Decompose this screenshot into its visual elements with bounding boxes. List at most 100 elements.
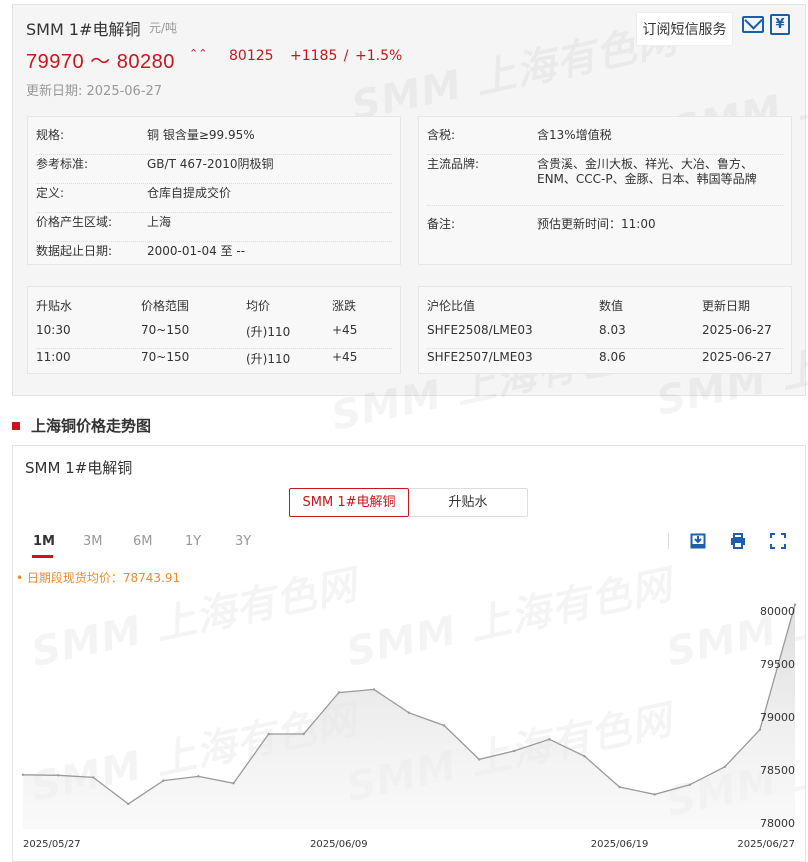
x-tick-label: 2025/06/09: [310, 839, 368, 850]
data-point: [127, 802, 130, 806]
trend-up-icon: ⌃⌃: [189, 47, 208, 60]
data-point: [91, 776, 95, 779]
data-point: [477, 758, 481, 761]
data-point: [758, 728, 762, 731]
section-title: 上海铜价格走势图: [31, 417, 152, 435]
data-point: [618, 785, 621, 789]
table-cell: 11:00: [36, 350, 71, 364]
spec-value: 铜 银含量≥99.95%: [147, 128, 255, 142]
table-header: 均价: [246, 299, 271, 313]
spec-label: 含税:: [427, 128, 456, 142]
calendar-icon[interactable]: ¥: [770, 14, 790, 35]
watermark: SMM 上海有色网: [346, 6, 682, 132]
data-point: [513, 749, 516, 753]
data-point: [688, 783, 691, 787]
table-cell: SHFE2508/LME03: [427, 323, 533, 337]
spec-row: 数据起止日期: 2000-01-04 至 --: [36, 242, 392, 264]
product-info-card: SMM 上海有色网 SMM 上海有色网 SMM 上海有色网 SMM 上海有色网 …: [12, 4, 808, 440]
table-cell: (升)110: [246, 325, 291, 339]
spec-label: 价格产生区域:: [36, 215, 113, 229]
y-tick-label: 79500: [760, 658, 795, 671]
data-point: [302, 732, 305, 736]
table-header-row: 升贴水 价格范围 均价 涨跌: [36, 297, 392, 323]
data-point: [337, 691, 341, 694]
table-header-row: 沪伦比值 数值 更新日期: [427, 297, 783, 323]
data-point: [197, 775, 200, 778]
table-header: 数值: [599, 299, 624, 313]
x-tick-label: 2025/06/19: [591, 839, 649, 850]
spec-box-left: 规格: 铜 银含量≥99.95% 参考标准: GB/T 467-2010阴极铜 …: [27, 116, 401, 265]
table-cell: 2025-06-27: [702, 350, 772, 364]
table-cell: +45: [332, 323, 358, 337]
update-date: 更新日期: 2025-06-27: [26, 84, 163, 99]
product-title: SMM 1#电解铜: [26, 20, 141, 39]
data-point: [232, 782, 235, 785]
table-cell: 8.03: [599, 323, 626, 337]
spec-value: 仓库自提成交价: [147, 186, 232, 200]
data-point: [56, 774, 60, 777]
price-chart-card: SMM 1#电解铜 SMM 1#电解铜 升贴水 1M 3M 6M 1Y 3Y •…: [12, 445, 806, 862]
spec-row: 参考标准: GB/T 467-2010阴极铜: [36, 155, 392, 184]
spec-row: 主流品牌: 含贵溪、金川大板、祥光、大冶、鲁方、 ENM、CCC-P、金豚、日本…: [427, 155, 783, 206]
spec-box-right: 含税: 含13%增值税 主流品牌: 含贵溪、金川大板、祥光、大冶、鲁方、 ENM…: [418, 116, 792, 265]
spec-label: 备注:: [427, 217, 456, 231]
spec-value: 2000-01-04 至 --: [147, 244, 246, 258]
data-point: [583, 755, 586, 758]
average-price: 80125: [229, 48, 274, 64]
data-point: [372, 688, 376, 691]
table-cell: SHFE2507/LME03: [427, 350, 533, 364]
data-point: [653, 793, 656, 796]
table-row: 10:30 70~150 (升)110 +45: [36, 323, 392, 349]
table-cell: 10:30: [36, 323, 71, 337]
table-header: 更新日期: [702, 299, 751, 313]
spec-value: 含13%增值税: [537, 128, 612, 142]
spec-row: 价格产生区域: 上海: [36, 213, 392, 242]
data-point: [407, 711, 411, 714]
price-trend-chart: 78000 78500 79000 79500 80000 2025/05/27 2025…: [21, 603, 797, 850]
price-unit: 元/吨: [149, 21, 178, 35]
spec-label: 数据起止日期:: [36, 244, 113, 258]
spec-label: 参考标准:: [36, 157, 89, 171]
price-change: +1185 / +1.5%: [290, 48, 403, 64]
premium-table: 升贴水 价格范围 均价 涨跌 10:30 70~150 (升)110 +45 1…: [27, 286, 401, 374]
section-marker: [12, 422, 20, 430]
table-cell: (升)110: [246, 352, 291, 366]
spec-value: 上海: [147, 215, 172, 229]
spec-row: 含税: 含13%增值税: [427, 126, 783, 155]
ratio-table: 沪伦比值 数值 更新日期 SHFE2508/LME03 8.03 2025-06…: [418, 286, 792, 374]
table-cell: 8.06: [599, 350, 626, 364]
spec-value: ENM、CCC-P、金豚、日本、韩国等品牌: [537, 172, 757, 186]
data-point: [162, 779, 165, 782]
table-row: SHFE2507/LME03 8.06 2025-06-27: [427, 350, 783, 372]
spec-row: 规格: 铜 银含量≥99.95%: [36, 126, 392, 155]
table-header: 升贴水: [36, 299, 73, 313]
table-cell: 70~150: [141, 350, 190, 364]
spec-value: 预估更新时间：11:00: [537, 217, 656, 231]
table-header: 沪伦比值: [427, 299, 476, 313]
spec-label: 主流品牌:: [427, 157, 480, 171]
price-range: 79970 ～ 80280: [26, 51, 175, 73]
table-header: 价格范围: [141, 299, 190, 313]
y-tick-label: 78500: [760, 764, 795, 777]
series-area: [23, 604, 795, 829]
data-point: [548, 738, 551, 741]
spec-row: 备注: 预估更新时间：11:00: [427, 215, 783, 244]
data-point: [267, 732, 270, 736]
data-point: [442, 724, 446, 727]
data-point: [21, 773, 25, 776]
y-tick-label: 79000: [760, 711, 795, 724]
x-tick-label: 2025/06/27: [737, 839, 795, 850]
subscribe-sms-button[interactable]: 订阅短信服务: [636, 12, 733, 46]
table-header: 涨跌: [332, 299, 357, 313]
y-tick-label: 78000: [760, 817, 795, 830]
spec-row: 定义: 仓库自提成交价: [36, 184, 392, 213]
data-point: [723, 765, 727, 769]
spec-label: 定义:: [36, 186, 65, 200]
mail-icon[interactable]: [742, 16, 764, 33]
y-tick-label: 80000: [760, 605, 795, 618]
table-cell: +45: [332, 350, 358, 364]
table-cell: 70~150: [141, 323, 190, 337]
table-row: 11:00 70~150 (升)110 +45: [36, 350, 392, 372]
table-row: SHFE2508/LME03 8.03 2025-06-27: [427, 323, 783, 349]
x-tick-label: 2025/05/27: [23, 839, 81, 850]
